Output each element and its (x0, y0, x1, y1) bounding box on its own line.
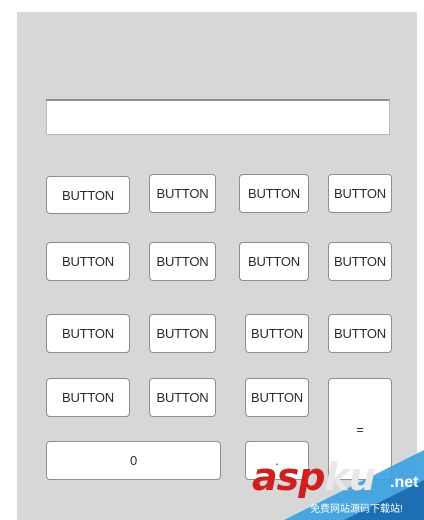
keypad-button-r2c2[interactable]: BUTTON (149, 242, 216, 281)
decimal-point-button[interactable]: . (245, 441, 309, 480)
keypad-button-r1c1[interactable]: BUTTON (46, 176, 130, 214)
keypad-button-r4c3[interactable]: BUTTON (245, 378, 309, 417)
keypad-button-r4c1[interactable]: BUTTON (46, 378, 130, 417)
keypad-button-r1c2[interactable]: BUTTON (149, 174, 216, 213)
zero-button[interactable]: 0 (46, 441, 221, 480)
equals-button[interactable]: = (328, 378, 392, 480)
calculator-display[interactable] (46, 99, 390, 135)
keypad-button-r3c4[interactable]: BUTTON (328, 314, 392, 353)
keypad-button-r2c3[interactable]: BUTTON (239, 242, 309, 281)
keypad-button-r3c1[interactable]: BUTTON (46, 314, 130, 353)
keypad-button-r3c3[interactable]: BUTTON (245, 314, 309, 353)
keypad-button-r4c2[interactable]: BUTTON (149, 378, 216, 417)
keypad-button-r2c4[interactable]: BUTTON (328, 242, 392, 281)
keypad-button-r3c2[interactable]: BUTTON (149, 314, 216, 353)
keypad-button-r2c1[interactable]: BUTTON (46, 242, 130, 281)
keypad-button-r1c3[interactable]: BUTTON (239, 174, 309, 213)
keypad-button-r1c4[interactable]: BUTTON (328, 174, 392, 213)
